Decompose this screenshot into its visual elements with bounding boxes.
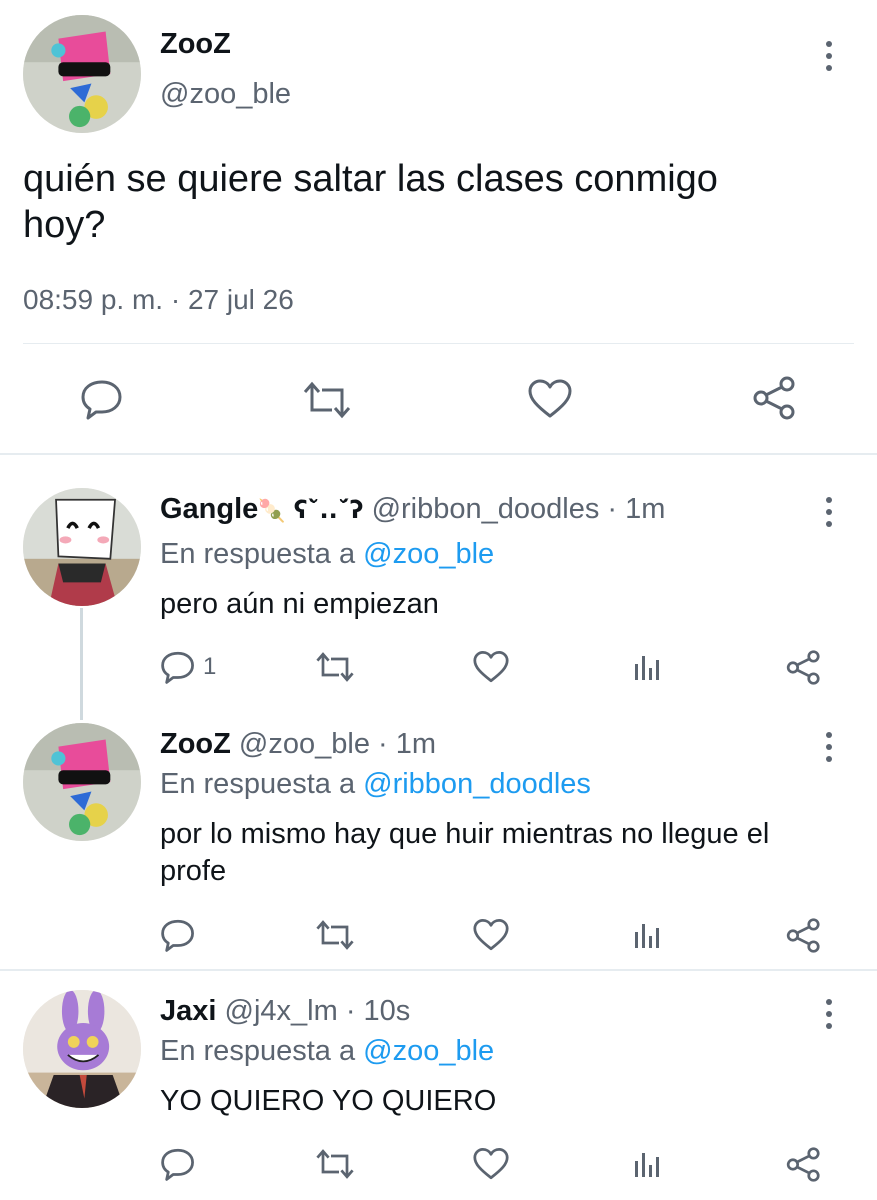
share-icon[interactable] bbox=[785, 650, 823, 685]
reply-text: pero aún ni empiezan bbox=[160, 588, 439, 620]
reply-context-label: En respuesta a bbox=[160, 538, 356, 570]
reply-icon[interactable] bbox=[160, 918, 196, 952]
divider bbox=[0, 453, 877, 455]
main-tweet-display-name[interactable]: ZooZ bbox=[160, 28, 231, 61]
avatar-jaxi[interactable] bbox=[23, 990, 141, 1108]
like-icon[interactable] bbox=[472, 918, 510, 952]
reply-icon[interactable] bbox=[160, 1147, 196, 1181]
retweet-icon[interactable] bbox=[315, 1148, 355, 1180]
analytics-icon[interactable] bbox=[633, 1151, 661, 1179]
main-tweet-text-line2: hoy? bbox=[23, 204, 106, 246]
avatar-zooz[interactable] bbox=[23, 723, 141, 841]
more-icon[interactable] bbox=[822, 41, 836, 77]
like-icon[interactable] bbox=[472, 650, 510, 684]
reply-text: YO QUIERO YO QUIERO bbox=[160, 1085, 497, 1117]
avatar-zooz[interactable] bbox=[23, 15, 141, 133]
retweet-icon[interactable] bbox=[302, 380, 352, 420]
reply-context-mention[interactable]: @ribbon_doodles bbox=[363, 768, 591, 800]
more-icon[interactable] bbox=[822, 999, 836, 1035]
reply-time[interactable]: · 10s bbox=[346, 995, 410, 1027]
like-icon[interactable] bbox=[527, 378, 573, 420]
name-kaomoji: ʕ˘̀..˘́ʔ bbox=[293, 496, 364, 524]
analytics-icon[interactable] bbox=[633, 922, 661, 950]
retweet-icon[interactable] bbox=[315, 651, 355, 683]
share-icon[interactable] bbox=[785, 918, 823, 953]
main-tweet-text-line1: quién se quiere saltar las clases conmig… bbox=[23, 158, 718, 200]
reply-text-line1: por lo mismo hay que huir mientras no ll… bbox=[160, 818, 770, 850]
main-tweet-handle[interactable]: @zoo_ble bbox=[160, 78, 291, 111]
thread-line bbox=[80, 608, 83, 720]
reply-icon[interactable] bbox=[160, 650, 196, 684]
reply-header: Gangle🍡 ʕ˘̀..˘́ʔ @ribbon_doodles · 1m bbox=[160, 493, 665, 526]
share-icon[interactable] bbox=[785, 1147, 823, 1182]
reply-text-line2: profe bbox=[160, 855, 227, 887]
divider bbox=[0, 969, 877, 971]
reply-handle[interactable]: @j4x_lm bbox=[225, 995, 338, 1027]
reply-handle[interactable]: @ribbon_doodles bbox=[372, 493, 600, 525]
reply-context-label: En respuesta a bbox=[160, 768, 356, 800]
reply-header: ZooZ @zoo_ble · 1m bbox=[160, 728, 436, 761]
reply-time[interactable]: · 1m bbox=[607, 493, 665, 525]
reply-context: En respuesta a @zoo_ble bbox=[160, 538, 494, 571]
reply-display-name[interactable]: ZooZ bbox=[160, 728, 231, 760]
share-icon[interactable] bbox=[751, 376, 799, 420]
retweet-icon[interactable] bbox=[315, 919, 355, 951]
reply-header: Jaxi @j4x_lm · 10s bbox=[160, 995, 410, 1028]
main-tweet-timestamp[interactable]: 08:59 p. m. · 27 jul 26 bbox=[23, 284, 294, 316]
reply-context-mention[interactable]: @zoo_ble bbox=[363, 1035, 494, 1067]
reply-context-mention[interactable]: @zoo_ble bbox=[363, 538, 494, 570]
avatar-gangle[interactable] bbox=[23, 488, 141, 606]
reply-handle[interactable]: @zoo_ble bbox=[239, 728, 370, 760]
divider bbox=[23, 343, 854, 344]
reply-context-label: En respuesta a bbox=[160, 1035, 356, 1067]
analytics-icon[interactable] bbox=[633, 654, 661, 682]
reply-time[interactable]: · 1m bbox=[378, 728, 436, 760]
more-icon[interactable] bbox=[822, 497, 836, 533]
reply-context: En respuesta a @ribbon_doodles bbox=[160, 768, 591, 801]
name-emoji: 🍡 bbox=[258, 498, 286, 523]
reply-icon[interactable] bbox=[80, 378, 124, 420]
reply-context: En respuesta a @zoo_ble bbox=[160, 1035, 494, 1068]
reply-display-name[interactable]: Gangle bbox=[160, 493, 258, 525]
more-icon[interactable] bbox=[822, 732, 836, 768]
reply-count: 1 bbox=[203, 653, 217, 680]
like-icon[interactable] bbox=[472, 1147, 510, 1181]
reply-display-name[interactable]: Jaxi bbox=[160, 995, 216, 1027]
